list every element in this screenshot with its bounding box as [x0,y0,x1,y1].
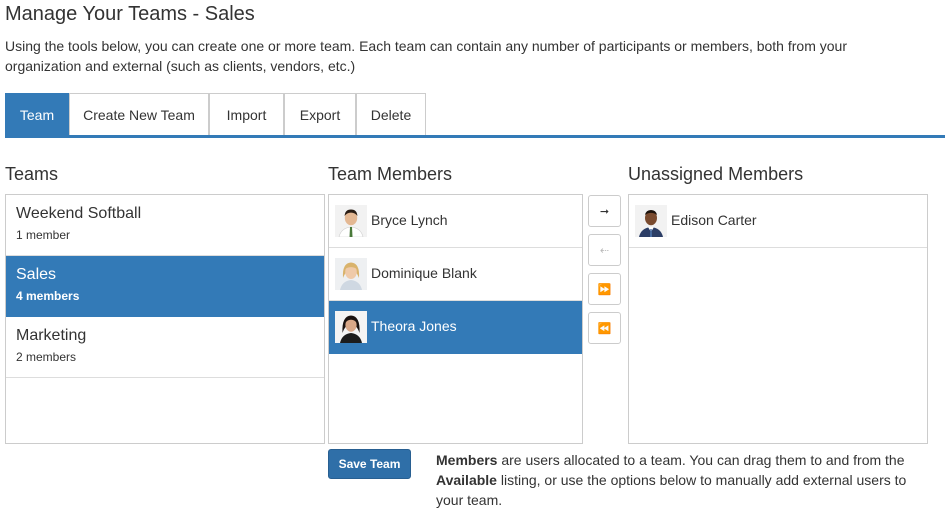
move-left-button[interactable]: ⇠ [588,234,621,266]
team-item-sales[interactable]: Sales 4 members [6,256,324,317]
team-name: Sales [16,266,57,283]
teams-heading: Teams [5,164,59,184]
help-text-part-1: are users allocated to a team. You can d… [497,452,905,468]
unassigned-members-heading: Unassigned Members [628,164,804,184]
member-name: Bryce Lynch [371,212,448,228]
save-team-button[interactable]: Save Team [328,449,411,479]
team-name: Weekend Softball [16,205,142,222]
move-right-button[interactable]: ➞ [588,195,621,227]
team-members-list: Bryce Lynch Dominique Blank Theora Jones [328,194,583,444]
member-name: Dominique Blank [371,265,477,281]
page-description: Using the tools below, you can create on… [5,38,847,74]
move-all-left-button[interactable]: ⏪ [588,312,621,344]
team-member-count: 4 members [16,289,80,303]
member-item-dominique-blank[interactable]: Dominique Blank [329,248,582,301]
unassigned-members-list: Edison Carter [628,194,928,444]
arrow-left-icon: ⇠ [599,244,610,257]
double-arrow-left-icon: ⏪ [597,322,612,335]
help-text-part-2: listing, or use the options below to man… [436,472,907,508]
avatar [335,311,367,343]
member-item-theora-jones[interactable]: Theora Jones [329,301,582,354]
page-title: Manage Your Teams - Sales [5,3,255,25]
team-name: Marketing [16,327,87,344]
team-item-marketing[interactable]: Marketing 2 members [6,317,324,378]
team-item-weekend-softball[interactable]: Weekend Softball 1 member [6,195,324,256]
avatar [635,205,667,237]
member-item-bryce-lynch[interactable]: Bryce Lynch [329,195,582,248]
tab-create-new-team[interactable]: Create New Team [69,93,209,136]
arrow-right-icon: ➞ [599,205,610,218]
help-text: Members are users allocated to a team. Y… [436,450,936,510]
avatar [335,205,367,237]
tab-delete[interactable]: Delete [356,93,426,136]
tab-import[interactable]: Import [209,93,284,136]
member-name: Theora Jones [371,318,457,334]
help-term-members: Members [436,452,498,468]
double-arrow-right-icon: ⏩ [597,283,612,296]
member-item-edison-carter[interactable]: Edison Carter [629,195,927,248]
team-members-heading: Team Members [328,164,453,184]
move-all-right-button[interactable]: ⏩ [588,273,621,305]
member-name: Edison Carter [671,212,757,228]
teams-list: Weekend Softball 1 member Sales 4 member… [5,194,325,444]
tab-underline [5,135,945,138]
team-member-count: 2 members [16,350,77,364]
tab-export[interactable]: Export [284,93,356,136]
team-member-count: 1 member [16,228,71,242]
avatar [335,258,367,290]
tab-team[interactable]: Team [5,93,69,136]
help-term-available: Available [436,472,497,488]
